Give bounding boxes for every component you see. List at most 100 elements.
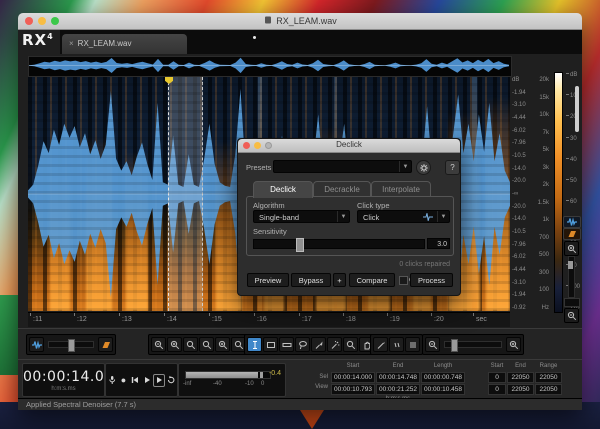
zoom-fit-button[interactable]: [199, 337, 214, 352]
freq-sel-end[interactable]: 22050: [507, 372, 534, 383]
selection-table: Start End Length 00:00:14.000 00:00:14.7…: [331, 363, 465, 402]
magic-wand-tool[interactable]: [327, 337, 342, 352]
play-button[interactable]: [141, 373, 153, 387]
blend-slider-thumb[interactable]: [68, 339, 75, 352]
zoom-horizontal-button[interactable]: [215, 337, 230, 352]
vertical-zoom-thumb[interactable]: [568, 261, 573, 269]
view-start[interactable]: 00:00:10.793: [331, 384, 375, 395]
chevron-down-icon[interactable]: ▼: [337, 211, 349, 222]
status-bar: Applied Spectral Denoiser (7.7 s): [18, 398, 582, 410]
sensitivity-label: Sensitivity: [253, 227, 287, 236]
sensitivity-thumb[interactable]: [296, 238, 304, 252]
click-type-label: Click type: [357, 201, 390, 210]
h-zoom-thumb[interactable]: [451, 339, 458, 352]
help-button[interactable]: ?: [445, 160, 460, 175]
h-zoom-slider[interactable]: [444, 341, 502, 348]
file-tab[interactable]: ×RX_LEAM.wav: [62, 34, 187, 54]
waveform-overview[interactable]: [28, 56, 512, 77]
vertical-scrollbar[interactable]: [575, 86, 579, 132]
playhead-time[interactable]: 00:00:14.000: [23, 369, 104, 385]
vertical-zoom-slider[interactable]: [568, 256, 575, 298]
add-preview-button[interactable]: +: [333, 273, 346, 287]
brush-select-tool[interactable]: [311, 337, 326, 352]
frequency-table: Start End Range 0 22050 22050 0 22050 22…: [488, 363, 562, 395]
marker-list-button[interactable]: [405, 337, 420, 352]
freq-sel-range[interactable]: 22050: [535, 372, 562, 383]
sensitivity-value[interactable]: 3.0: [427, 238, 450, 249]
document-icon: [263, 15, 273, 27]
zoom-selection-button[interactable]: [183, 337, 198, 352]
time-select-tool[interactable]: [247, 337, 262, 352]
chevron-down-icon[interactable]: ▼: [399, 161, 411, 172]
marker-tool[interactable]: [389, 337, 404, 352]
tab-declick[interactable]: Declick: [253, 181, 313, 198]
return-to-start-button[interactable]: [129, 373, 141, 387]
bypass-button[interactable]: Bypass: [291, 273, 331, 287]
spectrogram-display-icon[interactable]: [98, 337, 113, 352]
sel-end[interactable]: 00:00:14.748: [376, 372, 420, 383]
time-ruler[interactable]: :11 :12 :13 :14 :15 :16 :17 :18 :19 :20 …: [28, 312, 510, 327]
sensitivity-slider[interactable]: [253, 239, 425, 249]
h-zoom-out-button[interactable]: [425, 337, 440, 352]
ruler-tick: :11: [33, 316, 42, 323]
info-bar: 00:00:14.000 h:m:s.ms ● -inf -40: [18, 359, 582, 399]
freq-view-range[interactable]: 22050: [535, 384, 562, 395]
wallpaper-green-corner: [0, 295, 18, 375]
preset-gear-button[interactable]: [416, 160, 431, 175]
process-button[interactable]: Process: [410, 273, 453, 287]
playhead-marker[interactable]: [165, 77, 173, 84]
h-zoom-in-button[interactable]: [506, 337, 521, 352]
zoom-tool[interactable]: [343, 337, 358, 352]
view-end[interactable]: 00:00:21.252: [376, 384, 420, 395]
compare-button[interactable]: Compare: [349, 273, 395, 287]
vertical-zoom-out-button[interactable]: [564, 308, 579, 323]
time-frequency-select-tool[interactable]: [263, 337, 278, 352]
ruler-tick: :14: [167, 316, 177, 323]
freq-sel-start[interactable]: 0: [488, 372, 506, 383]
algorithm-dropdown[interactable]: Single-band▼: [253, 210, 350, 223]
ruler-tick: :16: [257, 316, 267, 323]
play-selection-button[interactable]: [153, 374, 166, 387]
freq-view-end[interactable]: 22050: [507, 384, 534, 395]
blend-slider[interactable]: [48, 341, 94, 348]
zoom-out-time-button[interactable]: [151, 337, 166, 352]
spectro-flare: [86, 136, 112, 311]
window-title: RX_LEAM.wav: [18, 15, 582, 27]
time-selection[interactable]: [168, 77, 203, 311]
record-monitor-icon[interactable]: [106, 373, 118, 387]
vertical-zoom-value: [564, 298, 580, 307]
record-button[interactable]: ●: [118, 373, 130, 387]
lasso-select-tool[interactable]: [295, 337, 310, 352]
spectrogram-view-button[interactable]: [563, 228, 581, 240]
preview-button[interactable]: Preview: [247, 273, 289, 287]
loop-button[interactable]: [165, 373, 177, 387]
zoom-in-time-button[interactable]: [167, 337, 182, 352]
waveform-display-icon[interactable]: [29, 337, 44, 352]
sel-start[interactable]: 00:00:14.000: [331, 372, 375, 383]
pencil-tool[interactable]: [373, 337, 388, 352]
rx-logo: RX4: [22, 31, 54, 49]
click-type-dropdown[interactable]: Click▼: [357, 210, 450, 223]
declick-dialog: Declick Presets ▼ ? Declick Decrackle In…: [237, 138, 461, 296]
spectro-flare: [126, 151, 148, 311]
spectro-flare: [50, 161, 70, 311]
vertical-zoom-in-button[interactable]: [564, 241, 579, 256]
chevron-down-icon[interactable]: ▼: [437, 211, 449, 222]
zoom-tools-group: [148, 334, 249, 355]
waveform-view-button[interactable]: [563, 216, 581, 228]
freq-view-start[interactable]: 0: [488, 384, 506, 395]
tab-bar: ×RX_LEAM.wav: [60, 30, 582, 54]
mac-titlebar: RX_LEAM.wav: [18, 13, 582, 30]
peak-readout[interactable]: -0.4: [269, 370, 281, 377]
frequency-select-tool[interactable]: [279, 337, 294, 352]
table-row-labels: Sel View: [310, 372, 330, 392]
tab-close-icon[interactable]: ×: [69, 39, 74, 48]
presets-dropdown[interactable]: ▼: [273, 160, 412, 173]
frequency-scale: 20k15k10k7k5k3k2k1.5k1k700500300100Hz: [533, 77, 549, 311]
view-length[interactable]: 00:00:10.458: [421, 384, 465, 395]
clicks-only-checkbox[interactable]: [399, 276, 408, 285]
level-meter-panel: -inf -40 -10 0 -0.4: [178, 363, 286, 397]
sel-length[interactable]: 00:00:00.748: [421, 372, 465, 383]
level-meter: [185, 371, 271, 379]
level-meter-peak-seg: [260, 372, 263, 378]
